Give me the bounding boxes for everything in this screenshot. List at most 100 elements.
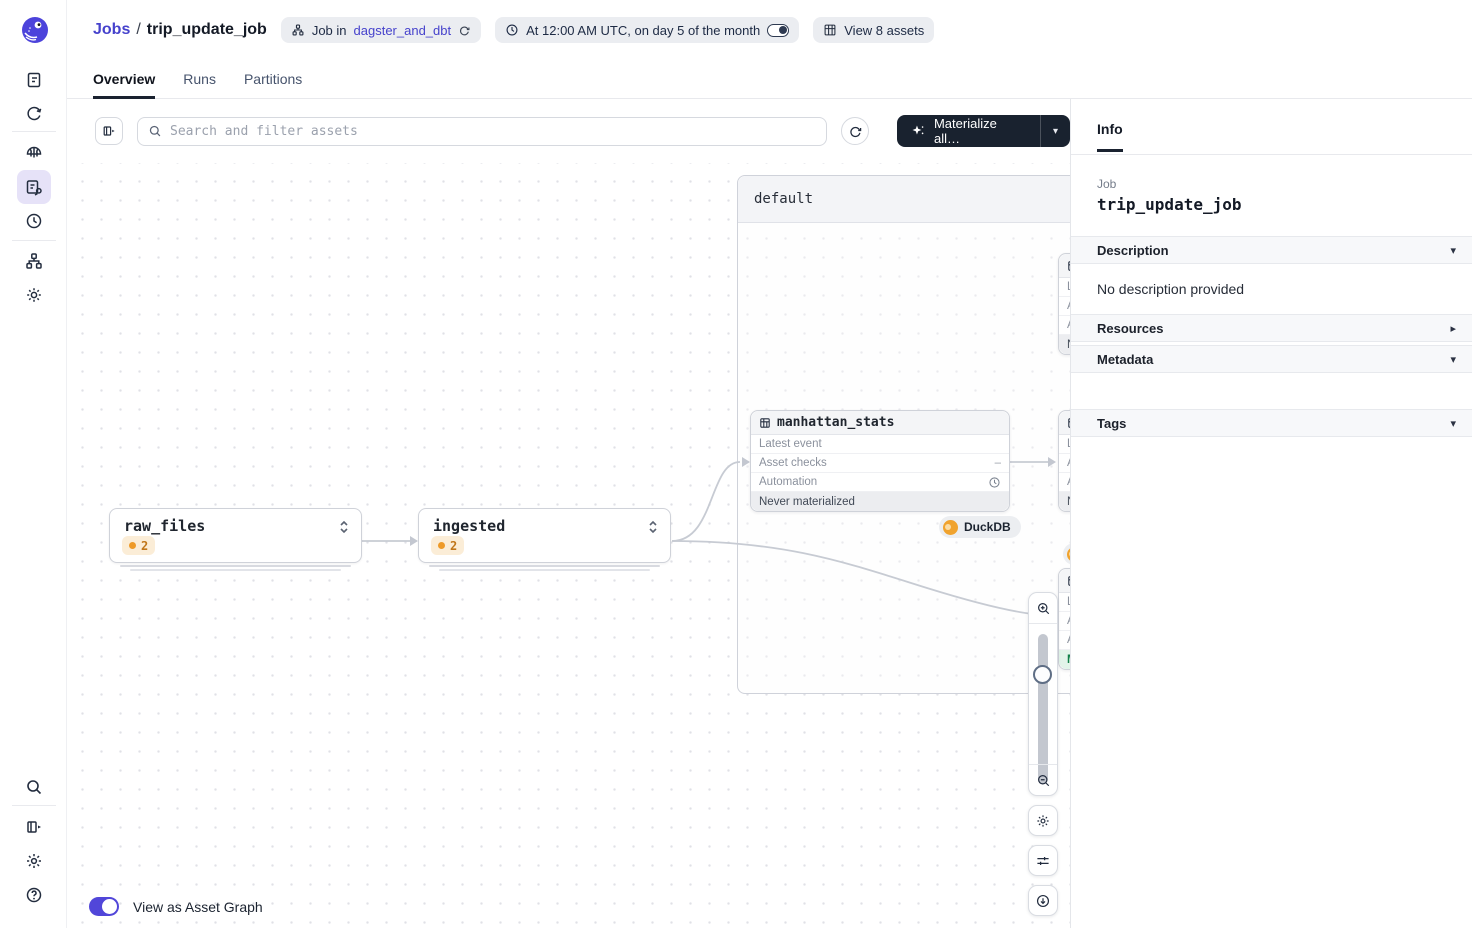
schedule-toggle[interactable] [767,23,790,37]
section-description[interactable]: Description ▾ [1071,236,1472,264]
panel-toggle-icon [103,126,115,136]
asset-node-clipped-middle[interactable]: Latest event Asset checks Automation Nev… [1058,410,1070,512]
chevron-right-icon: ▸ [1450,322,1456,335]
sidebar-item-deployment[interactable] [17,136,51,170]
zoom-slider-track[interactable] [1038,634,1048,784]
asset-group-node-ingested[interactable]: ingested 2 [418,508,671,571]
search-icon[interactable] [17,770,51,804]
status-dot [129,542,136,549]
asset-node-clipped-bottom[interactable]: Latest event Asset checks Automation Mat… [1058,568,1070,670]
asset-node-manhattan-stats[interactable]: manhattan_stats Latest event Asset check… [750,410,1010,512]
job-type-label: Job [1097,177,1117,191]
checks-value: – [994,457,1001,469]
expand-panel-icon[interactable] [17,810,51,844]
stack-shadow [429,565,660,567]
asset-search[interactable] [137,116,828,146]
job-location-badge[interactable]: Job in dagster_and_dbt [280,17,482,43]
asset-row-automation: Automation [751,473,1009,492]
stack-shadow [439,569,650,571]
toggle-label: View as Asset Graph [133,898,263,915]
duckdb-icon [943,519,958,535]
hierarchy-icon [292,24,304,36]
sidebar-item-lineage[interactable] [17,244,51,278]
reload-icon[interactable] [458,24,471,37]
search-input[interactable] [170,123,817,139]
help-icon[interactable] [17,878,51,912]
sidebar-item-schedules[interactable] [17,204,51,238]
schedule-badge[interactable]: At 12:00 AM UTC, on day 5 of the month [495,17,800,43]
sidebar-item-automation[interactable] [17,278,51,312]
clock-icon [989,476,1000,488]
breadcrumb: Jobs / trip_update_job [93,21,267,39]
tab-overview[interactable]: Overview [93,60,156,99]
asset-title: manhattan_stats [777,415,895,430]
chevron-down-icon: ▾ [1450,353,1456,366]
view-as-asset-graph-toggle: View as Asset Graph [89,897,263,916]
breadcrumb-separator: / [136,21,141,38]
section-resources[interactable]: Resources ▸ [1071,314,1472,342]
job-summary: Job trip_update_job [1071,155,1472,236]
asset-group-node-raw-files[interactable]: raw_files 2 [109,508,362,571]
sidebar-item-jobs[interactable] [17,170,51,204]
page-header: Jobs / trip_update_job Job in dagster_an… [67,0,1472,60]
materialize-dropdown-button[interactable]: ▾ [1040,115,1070,147]
node-title: raw_files [124,517,206,535]
view-assets-label: View 8 assets [844,22,925,38]
settings-gear-icon[interactable] [17,844,51,878]
stack-shadow [130,569,341,571]
unfold-icon[interactable] [646,519,660,539]
unfold-icon[interactable] [337,519,351,539]
tab-info[interactable]: Info [1097,121,1123,152]
kind-tag-duckdb[interactable]: DuckDB [939,516,1021,538]
info-panel-tabs: Info [1071,99,1472,155]
zoom-out-icon [1037,774,1049,786]
sidebar-item-catalog[interactable] [17,63,51,97]
clock-icon [506,24,518,36]
badge-label: Job in [311,22,347,38]
view-assets-badge[interactable]: View 8 assets [813,17,935,43]
asset-row-checks: Asset checks – [751,454,1009,473]
description-body: No description provided [1097,281,1245,297]
zoom-out-button[interactable] [1029,764,1057,795]
breadcrumb-jobs-link[interactable]: Jobs [93,21,130,39]
chevron-down-icon: ▾ [1450,417,1456,430]
zoom-slider-handle[interactable] [1033,665,1052,684]
tab-runs[interactable]: Runs [183,60,216,98]
asset-graph-canvas[interactable]: default raw_files 2 ingested 2 manhattan… [67,163,1070,928]
refresh-button[interactable] [841,117,870,145]
sparkle-icon [912,125,924,134]
search-icon [149,125,161,137]
code-location-link[interactable]: dagster_and_dbt [354,23,452,38]
zoom-controls [1028,592,1058,796]
kind-tag-label: DuckDB [964,520,1011,534]
sidebar-item-runs[interactable] [17,97,51,131]
toggle-switch[interactable] [89,897,119,916]
arrow-down-circle-icon [1036,894,1050,907]
chevron-down-icon: ▾ [1450,244,1456,257]
graph-toolbar: Materialize all… ▾ [67,99,1070,163]
zoom-in-button[interactable] [1029,593,1057,624]
sliders-icon [1037,856,1049,865]
zoom-in-icon [1037,602,1049,614]
info-panel: Info Job trip_update_job Description ▾ N… [1070,99,1472,928]
tab-partitions[interactable]: Partitions [244,60,302,98]
materialize-label: Materialize all… [933,116,997,146]
collapse-panel-button[interactable] [95,117,123,145]
asset-row-latest-event: Latest event [751,435,1009,454]
sidebar [0,0,67,928]
table-icon [824,24,836,36]
section-metadata[interactable]: Metadata ▾ [1071,345,1472,373]
node-title: ingested [433,517,506,535]
sidebar-divider [12,240,56,241]
table-icon [760,417,770,428]
materialize-all-button[interactable]: Materialize all… ▾ [897,115,1070,147]
sidebar-divider [12,805,56,806]
graph-filters-button[interactable] [1028,845,1058,876]
status-dot [438,542,445,549]
refresh-icon [849,126,861,137]
asset-node-clipped-top[interactable]: Latest event Asset checks Automation Nev… [1058,253,1070,355]
section-tags[interactable]: Tags ▾ [1071,409,1472,437]
graph-settings-button[interactable] [1028,805,1058,836]
dagster-logo-icon[interactable] [19,14,51,46]
recenter-button[interactable] [1028,885,1058,916]
